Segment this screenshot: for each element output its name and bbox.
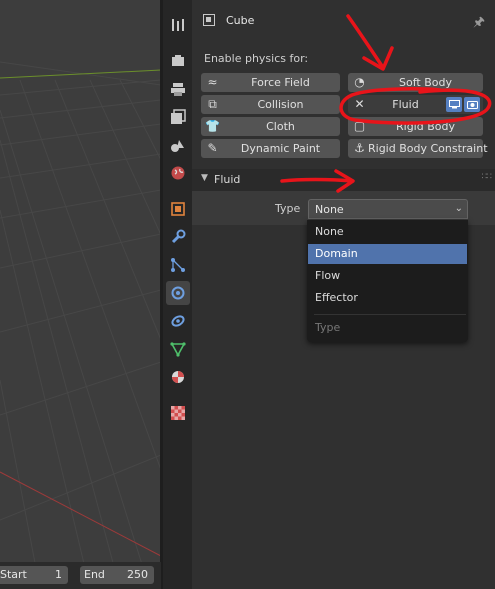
wrench-icon — [171, 229, 186, 244]
tab-modifiers[interactable] — [166, 225, 190, 249]
cloth-shirt-icon: 👕 — [205, 119, 220, 133]
object-icon — [203, 14, 215, 26]
soft-body-button[interactable]: ◔ Soft Body — [348, 73, 483, 92]
tab-tool[interactable] — [166, 13, 190, 37]
soft-body-label: Soft Body — [399, 76, 452, 89]
collision-label: Collision — [257, 98, 304, 111]
checker-texture-icon — [171, 406, 185, 420]
dynamic-paint-label: Dynamic Paint — [240, 142, 321, 155]
option-label: Effector — [315, 291, 358, 304]
dropdown-option-flow[interactable]: Flow — [308, 266, 467, 286]
material-sphere-icon — [172, 371, 184, 383]
start-frame-value: 1 — [55, 568, 62, 581]
properties-header: Cube 🖈 — [192, 0, 495, 40]
camera-back-icon — [172, 55, 184, 66]
fluid-panel-title: Fluid — [214, 173, 241, 186]
tab-particles[interactable] — [166, 253, 190, 277]
tab-scene[interactable] — [166, 133, 190, 157]
rigid-body-label: Rigid Body — [396, 120, 455, 133]
dynamic-paint-button[interactable]: ✎ Dynamic Paint — [201, 139, 340, 158]
rigid-body-constraint-icon: ⚓ — [354, 141, 365, 155]
3d-viewport[interactable] — [0, 0, 161, 589]
dropdown-option-domain[interactable]: Domain — [308, 244, 467, 264]
soft-body-icon: ◔ — [354, 75, 365, 89]
world-icon — [171, 166, 185, 180]
tab-render[interactable] — [166, 49, 190, 73]
fluid-button[interactable]: ✕ Fluid — [348, 95, 483, 114]
option-label: None — [315, 225, 344, 238]
tab-texture[interactable] — [166, 401, 190, 425]
pin-icon[interactable]: 🖈 — [473, 13, 485, 35]
timeline-bar: Start 1 End 250 — [0, 562, 161, 589]
dropdown-option-none[interactable]: None — [308, 222, 467, 242]
fluid-type-select[interactable]: None ⌄ — [308, 199, 468, 219]
collapse-triangle-icon[interactable]: ▼ — [201, 173, 208, 183]
dropdown-title: Type — [315, 321, 341, 334]
object-cube-icon — [171, 202, 185, 216]
tab-data[interactable] — [166, 337, 190, 361]
end-frame-label: End — [84, 568, 105, 581]
rigid-body-constraint-button[interactable]: ⚓ Rigid Body Constraint — [348, 139, 488, 158]
tab-material[interactable] — [166, 365, 190, 389]
tab-output[interactable] — [166, 77, 190, 101]
option-label: Domain — [315, 247, 358, 260]
force-field-button[interactable]: ≈ Force Field — [201, 73, 340, 92]
end-frame-value: 250 — [127, 568, 148, 581]
dropdown-separator — [314, 314, 466, 315]
collision-button[interactable]: ⧉ Collision — [201, 95, 340, 114]
force-field-icon: ≈ — [207, 75, 218, 89]
tab-view-layer[interactable] — [166, 105, 190, 129]
cloth-label: Cloth — [266, 120, 295, 133]
collision-icon: ⧉ — [208, 97, 217, 111]
remove-fluid-x-icon[interactable]: ✕ — [352, 97, 367, 112]
mesh-data-icon — [170, 342, 186, 357]
option-label: Flow — [315, 269, 341, 282]
tool-icon — [172, 19, 184, 31]
fluid-panel-header[interactable]: ▼ Fluid ∷∷ — [192, 169, 495, 191]
start-frame-label: Start — [0, 568, 27, 581]
tab-physics[interactable] — [166, 281, 190, 305]
scene-icon — [171, 140, 184, 152]
fluid-type-label: Type — [275, 202, 301, 215]
start-frame-field[interactable]: Start 1 — [0, 566, 68, 584]
rigid-body-constraint-label: Rigid Body Constraint — [368, 142, 488, 155]
properties-tab-bar — [163, 0, 192, 589]
object-name: Cube — [226, 14, 255, 27]
drag-handle-icon[interactable]: ∷∷ — [482, 172, 493, 182]
image-stack-icon — [171, 109, 186, 124]
dropdown-option-effector[interactable]: Effector — [308, 288, 467, 308]
fluid-type-dropdown: None Domain Flow Effector Type — [307, 220, 468, 342]
cloth-button[interactable]: 👕 Cloth — [201, 117, 340, 136]
end-frame-field[interactable]: End 250 — [80, 566, 154, 584]
chevron-down-icon: ⌄ — [454, 203, 463, 214]
tab-constraints[interactable] — [166, 309, 190, 333]
particles-icon — [171, 258, 185, 272]
viewport-display-icon[interactable] — [446, 97, 462, 112]
constraint-icon — [171, 315, 185, 327]
rigid-body-icon: ▢ — [353, 119, 366, 133]
printer-icon — [171, 83, 185, 96]
dynamic-paint-icon: ✎ — [207, 141, 218, 155]
tab-world[interactable] — [166, 161, 190, 185]
physics-icon — [171, 286, 185, 300]
tab-object[interactable] — [166, 197, 190, 221]
viewport-grid — [0, 61, 161, 589]
render-camera-icon[interactable] — [464, 97, 480, 112]
fluid-type-value: None — [315, 203, 344, 216]
fluid-label: Fluid — [392, 98, 419, 111]
force-field-label: Force Field — [251, 76, 310, 89]
rigid-body-button[interactable]: ▢ Rigid Body — [348, 117, 483, 136]
enable-physics-label: Enable physics for: — [204, 52, 309, 65]
